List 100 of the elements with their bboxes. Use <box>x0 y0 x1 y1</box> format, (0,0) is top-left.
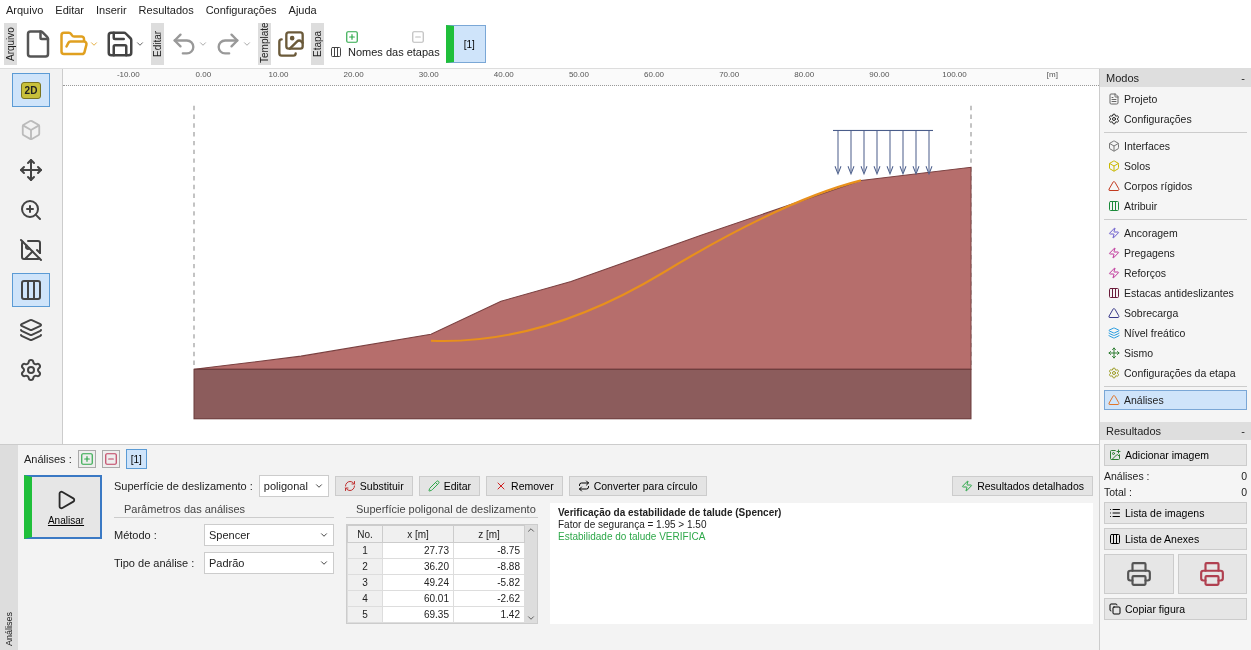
images-icon[interactable] <box>277 30 305 58</box>
detailed-results-button[interactable]: Resultados detalhados <box>952 476 1093 496</box>
triangle-icon <box>1108 394 1120 406</box>
toolbar-section-label: Editar <box>151 23 164 65</box>
settings-icon <box>19 358 43 382</box>
table-icon <box>19 278 43 302</box>
mode-item[interactable]: Pregagens <box>1104 243 1247 263</box>
count-label: Total : <box>1104 486 1132 498</box>
scroll-up-icon[interactable] <box>526 525 536 535</box>
replace-button[interactable]: Substituir <box>334 476 413 496</box>
mode-item[interactable]: Projeto <box>1104 89 1247 109</box>
triangle-icon <box>1108 180 1120 192</box>
mode-item[interactable]: Nível freático <box>1104 323 1247 343</box>
scroll-down-icon[interactable] <box>526 613 536 623</box>
mode-item[interactable]: Interfaces <box>1104 136 1247 156</box>
add-image-button[interactable]: Adicionar imagem <box>1104 444 1247 466</box>
menu-item[interactable]: Editar <box>55 4 85 16</box>
mode-item[interactable]: Configurações da etapa <box>1104 363 1247 383</box>
mode-item[interactable]: Corpos rígidos <box>1104 176 1247 196</box>
caret-icon <box>319 558 329 568</box>
dropdown[interactable]: Spencer <box>204 524 334 546</box>
table-icon <box>330 46 342 58</box>
mode-item[interactable]: Ancoragem <box>1104 223 1247 243</box>
mode-item[interactable]: Análises <box>1104 390 1247 410</box>
mode-item[interactable]: Reforços <box>1104 263 1247 283</box>
print-button[interactable] <box>1177 554 1247 594</box>
menu-item[interactable]: Configurações <box>205 4 277 16</box>
stage-button[interactable]: [1] <box>445 25 486 63</box>
mode-item[interactable]: Sismo <box>1104 343 1247 363</box>
2d-label: 2D <box>20 81 42 99</box>
column-header[interactable]: z [m] <box>453 525 525 543</box>
column-header[interactable]: x [m] <box>382 525 454 543</box>
menu-item[interactable]: Arquivo <box>6 4 44 16</box>
frame-icon <box>19 238 43 262</box>
panel-title: Modos <box>1106 72 1140 84</box>
image-list-button[interactable]: Lista de imagens <box>1104 502 1247 524</box>
columns-icon <box>1109 533 1121 545</box>
layers-icon <box>19 318 43 342</box>
ruler-label: 20.00 <box>343 70 364 79</box>
caret-icon[interactable] <box>242 39 252 49</box>
save-icon[interactable] <box>105 29 135 59</box>
gear-icon <box>1108 113 1120 125</box>
caret-icon[interactable] <box>135 39 145 49</box>
lightning-icon <box>961 480 974 492</box>
dropdown[interactable]: Padrão <box>204 552 334 574</box>
field-label: Método : <box>114 529 158 541</box>
analyses-label: Análises : <box>24 453 72 465</box>
collapse-button[interactable]: - <box>1241 72 1245 84</box>
lightning-icon <box>1108 247 1120 259</box>
add-icon[interactable] <box>344 30 359 44</box>
ruler-label: 100.00 <box>942 70 967 79</box>
remove-button[interactable]: Remover <box>486 476 563 496</box>
toolbar-section-label: Template <box>258 23 271 65</box>
remove-button[interactable] <box>101 450 120 468</box>
tool-button[interactable] <box>12 273 50 307</box>
cube-icon <box>1108 160 1120 172</box>
copy-figure-button[interactable]: Copiar figura <box>1104 598 1247 620</box>
edit-button[interactable]: Editar <box>418 476 481 496</box>
count-label: Análises : <box>1104 470 1150 482</box>
menu-item[interactable]: Inserir <box>96 4 127 16</box>
mode-item[interactable]: Atribuir <box>1104 196 1247 216</box>
menu-item[interactable]: Resultados <box>138 4 194 16</box>
pencil-icon <box>427 480 440 492</box>
columns-icon <box>1108 287 1120 299</box>
surface-type-dropdown[interactable]: poligonal <box>258 475 329 497</box>
safety-factor-text: Fator de segurança = 1.95 > 1.50 <box>558 519 708 530</box>
menu-item[interactable]: Ajuda <box>288 4 317 16</box>
mode-item[interactable]: Estacas antideslizantes <box>1104 283 1247 303</box>
convert-button[interactable]: Converter para círculo <box>568 476 707 496</box>
remove-icon <box>103 452 118 466</box>
ruler-label: 60.00 <box>644 70 665 79</box>
analyse-button[interactable]: Analisar <box>24 475 102 539</box>
mode-item[interactable]: Solos <box>1104 156 1247 176</box>
ruler-label: 0.00 <box>195 70 212 79</box>
result-title: Verificação da estabilidade de talude (Spencer) <box>558 507 783 518</box>
copy-icon <box>1109 603 1121 615</box>
scrollbar[interactable] <box>525 525 537 623</box>
stage-names-button[interactable]: Nomes das etapas <box>348 46 440 58</box>
analysis-tab[interactable]: [1] <box>125 449 147 469</box>
ruler-label: 10.00 <box>268 70 289 79</box>
move-icon <box>19 158 43 182</box>
caret-icon[interactable] <box>198 39 208 49</box>
mode-item[interactable]: Configurações <box>1104 109 1247 129</box>
ruler-label: 50.00 <box>568 70 589 79</box>
verdict-text: Estabilidade do talude VERIFICA <box>558 531 707 542</box>
print-button[interactable] <box>1104 554 1174 594</box>
group-title: Superfície poligonal de deslizamento <box>346 503 538 518</box>
printer-icon <box>1199 561 1226 587</box>
side-tab[interactable]: Análises <box>0 445 18 650</box>
document-icon <box>1108 93 1120 105</box>
annex-list-button[interactable]: Lista de Anexes <box>1104 528 1247 550</box>
add-button[interactable] <box>77 450 96 468</box>
collapse-button[interactable]: - <box>1241 425 1245 437</box>
columns-icon <box>1108 200 1120 212</box>
column-header[interactable]: No. <box>347 525 383 543</box>
count-value: 0 <box>1241 470 1247 482</box>
mode-item[interactable]: Sobrecarga <box>1104 303 1247 323</box>
count-value: 0 <box>1241 486 1247 498</box>
tool-button[interactable]: 2D <box>12 73 50 107</box>
lightning-icon <box>1108 227 1120 239</box>
